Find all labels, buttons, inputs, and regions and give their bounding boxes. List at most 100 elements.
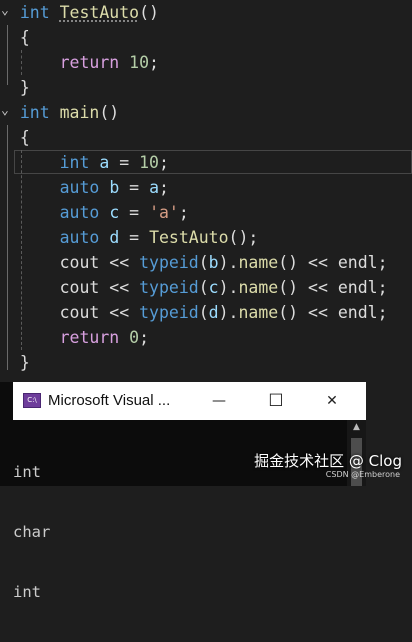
code-token: cout	[59, 278, 100, 297]
code-token: d	[208, 303, 219, 322]
code-token: 10	[129, 53, 150, 72]
code-line[interactable]: {	[0, 125, 412, 150]
code-token: =	[119, 178, 150, 197]
code-token: ;	[149, 53, 159, 72]
code-token: TestAuto	[149, 228, 229, 247]
code-token: a	[99, 153, 110, 172]
code-token: name	[238, 253, 279, 272]
code-line[interactable]: cout << typeid(d).name() << endl;	[0, 300, 412, 325]
code-token: }	[19, 78, 30, 97]
output-line: char	[13, 523, 51, 541]
code-token: c	[208, 278, 219, 297]
code-token: main	[59, 103, 100, 122]
code-line[interactable]: int main()	[0, 100, 412, 125]
code-token: cout	[59, 303, 100, 322]
code-token: b	[208, 253, 219, 272]
code-token: <<	[99, 303, 140, 322]
code-token: endl	[337, 303, 378, 322]
code-editor[interactable]: ⌄ int TestAuto() { return 10; } ⌄ int mai…	[0, 0, 412, 382]
code-token: () <<	[278, 253, 338, 272]
code-token: (	[198, 253, 209, 272]
code-token: ).	[218, 303, 239, 322]
code-token: ;	[159, 153, 169, 172]
code-token: =	[119, 203, 150, 222]
code-token: typeid	[139, 278, 199, 297]
code-token: b	[109, 178, 120, 197]
code-line[interactable]: cout << typeid(b).name() << endl;	[0, 250, 412, 275]
code-token: auto	[59, 178, 100, 197]
code-token: (	[198, 278, 209, 297]
code-token: =	[109, 153, 140, 172]
scroll-up-arrow-icon[interactable]: ▲	[347, 422, 366, 434]
code-line[interactable]: auto d = TestAuto();	[0, 225, 412, 250]
code-line[interactable]: return 10;	[0, 50, 412, 75]
code-token: {	[19, 28, 30, 47]
code-token: =	[119, 228, 150, 247]
code-token: () <<	[278, 278, 338, 297]
code-token: a	[149, 178, 159, 197]
console-app-icon: C:\	[23, 393, 41, 408]
code-token: auto	[59, 228, 100, 247]
code-token: }	[19, 353, 30, 372]
code-line[interactable]: auto b = a;	[0, 175, 412, 200]
code-token: d	[109, 228, 120, 247]
code-token: 0	[129, 328, 140, 347]
minimize-button[interactable]: —	[198, 382, 240, 420]
code-token: 'a'	[149, 203, 179, 222]
code-token: (	[198, 303, 209, 322]
console-title: Microsoft Visual ...	[48, 392, 171, 409]
code-line[interactable]: }	[0, 350, 412, 375]
code-token: <<	[99, 278, 140, 297]
code-line[interactable]: }	[0, 75, 412, 100]
code-line[interactable]: {	[0, 25, 412, 50]
output-line: int	[13, 463, 41, 481]
code-token: ;	[178, 203, 189, 222]
code-token: c	[109, 203, 120, 222]
code-token: endl	[337, 278, 378, 297]
console-titlebar[interactable]: C:\ Microsoft Visual ... — ☐ ✕	[13, 382, 366, 420]
watermark: 掘金技术社区 @ Clog	[254, 452, 402, 470]
code-token: ();	[228, 228, 259, 247]
code-token: name	[238, 303, 279, 322]
code-token: cout	[59, 253, 100, 272]
code-line[interactable]: auto c = 'a';	[0, 200, 412, 225]
code-token: ;	[377, 253, 388, 272]
code-line[interactable]: int a = 10;	[0, 150, 412, 175]
code-token: return	[59, 53, 120, 72]
code-token: return	[59, 328, 120, 347]
watermark-sub: CSDN @Emberone	[325, 470, 400, 479]
code-line[interactable]: return 0;	[0, 325, 412, 350]
code-token: 10	[139, 153, 159, 172]
code-token: auto	[59, 203, 100, 222]
code-token: ()	[99, 103, 120, 122]
output-line: int	[13, 583, 41, 601]
maximize-button[interactable]: ☐	[255, 382, 297, 420]
code-token: () <<	[278, 303, 338, 322]
close-button[interactable]: ✕	[311, 382, 353, 420]
code-token: TestAuto	[59, 3, 140, 22]
code-line[interactable]: cout << typeid(c).name() << endl;	[0, 275, 412, 300]
code-token: ).	[218, 278, 239, 297]
code-token: ;	[159, 178, 169, 197]
code-line[interactable]: int TestAuto()	[0, 0, 412, 25]
code-token: endl	[337, 253, 378, 272]
code-token: int	[19, 103, 50, 122]
console-output: int char int	[13, 422, 50, 642]
code-token: <<	[99, 253, 140, 272]
code-token: ()	[139, 3, 159, 22]
code-token: name	[238, 278, 279, 297]
